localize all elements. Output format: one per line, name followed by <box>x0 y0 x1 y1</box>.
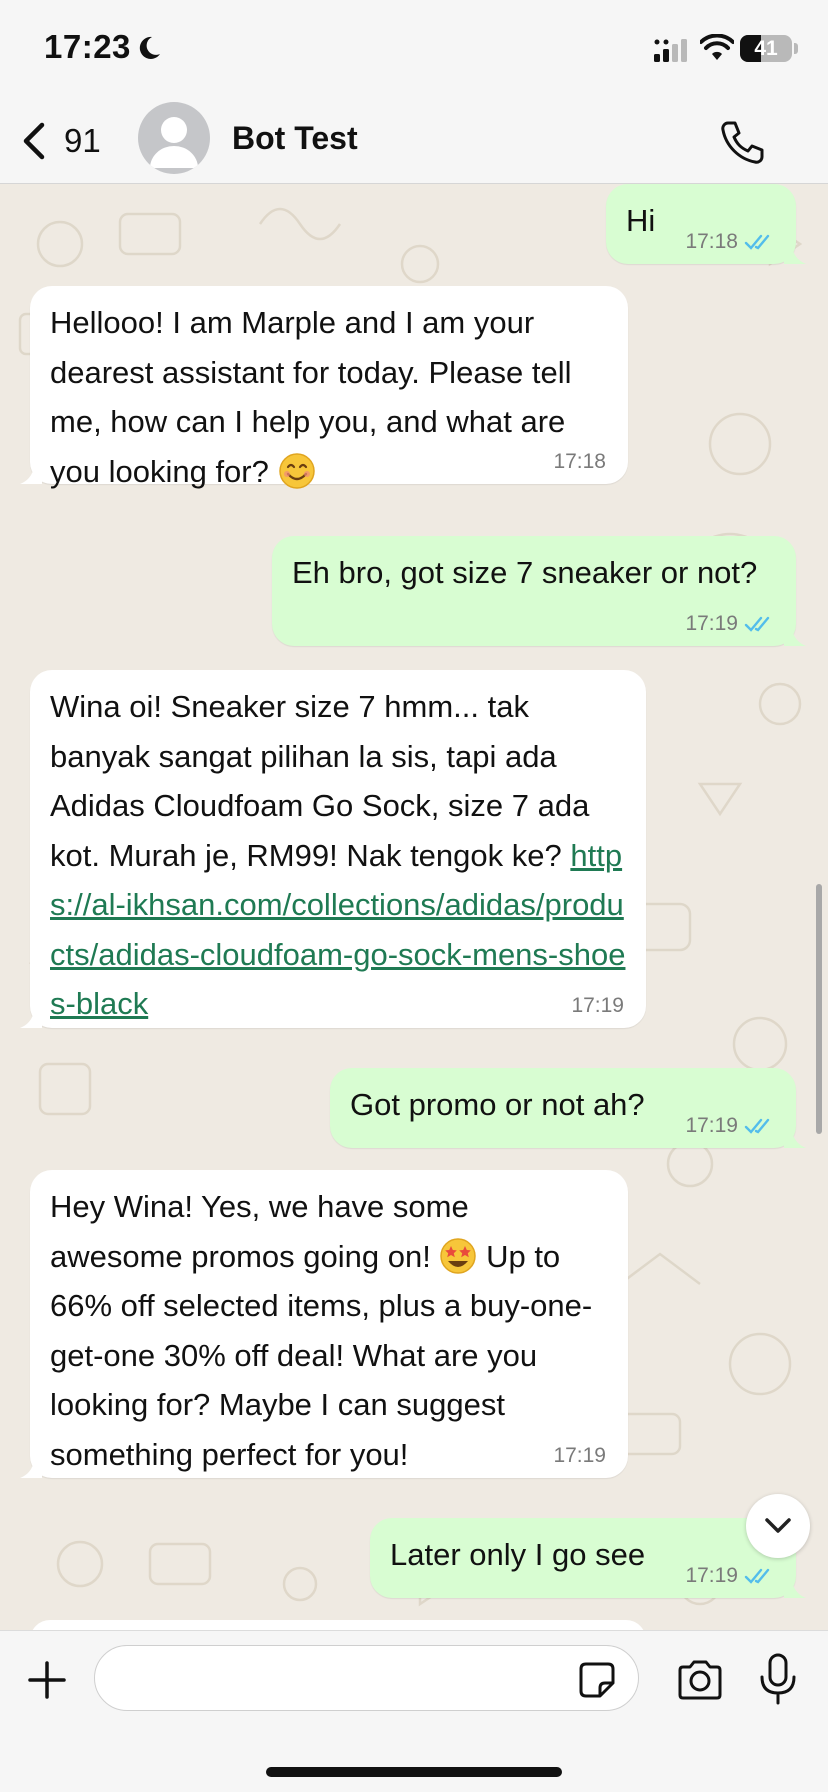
message-bubble-outgoing[interactable]: Eh bro, got size 7 sneaker or not? 17:19 <box>272 536 806 646</box>
contact-name[interactable]: Bot Test <box>232 120 358 157</box>
message-time: 17:18 <box>553 450 606 473</box>
bubble-tail <box>784 1128 806 1148</box>
moon-icon <box>139 36 160 59</box>
message-meta: 17:18 <box>685 230 774 254</box>
message-meta: 17:19 <box>685 612 774 636</box>
message-time: 17:19 <box>685 1114 738 1137</box>
message-time: 17:18 <box>685 230 738 253</box>
message-meta: 17:19 <box>685 1564 774 1588</box>
double-check-icon <box>744 1118 770 1134</box>
scrollbar[interactable] <box>816 884 822 1134</box>
message-bubble-incoming[interactable]: Wina oi! Sneaker size 7 hmm... tak banya… <box>20 670 646 1028</box>
wifi-icon <box>700 34 734 60</box>
message-meta: 17:19 <box>553 1444 606 1468</box>
battery-level: 41 <box>754 37 778 60</box>
bubble-tail <box>20 1008 42 1028</box>
phone-call-icon[interactable] <box>718 118 766 166</box>
microphone-icon[interactable] <box>758 1653 798 1705</box>
bubble-tail <box>784 626 806 646</box>
message-meta: 17:18 <box>553 450 606 474</box>
message-meta: 17:19 <box>685 1114 774 1138</box>
chat-header: 91 Bot Test <box>0 100 828 184</box>
input-bar <box>0 1630 828 1792</box>
chat-area[interactable]: Hi 17:18 Hellooo! I am Marple and I am y… <box>0 184 828 1630</box>
cellular-signal-icon <box>654 39 687 62</box>
message-bubble-incoming-partial <box>30 1620 646 1630</box>
message-time: 17:19 <box>685 1564 738 1587</box>
battery-icon: 41 <box>740 35 792 62</box>
bubble-tail <box>20 1458 42 1478</box>
back-button[interactable]: 91 <box>20 116 101 166</box>
avatar[interactable] <box>138 102 210 174</box>
double-check-icon <box>744 616 770 632</box>
message-text: Hi <box>626 203 656 238</box>
sticker-icon[interactable] <box>578 1661 616 1699</box>
bubble-tail <box>784 244 806 264</box>
message-text: Hey Wina! Yes, we have some awesome prom… <box>50 1189 469 1274</box>
bubble-tail <box>20 464 42 484</box>
message-bubble-outgoing[interactable]: Got promo or not ah? 17:19 <box>330 1068 806 1148</box>
message-text: Eh bro, got size 7 sneaker or not? <box>292 555 758 590</box>
message-bubble-incoming[interactable]: Hey Wina! Yes, we have some awesome prom… <box>20 1170 628 1478</box>
plus-icon[interactable] <box>26 1659 68 1701</box>
chevron-down-icon <box>765 1518 791 1533</box>
scroll-to-bottom-button[interactable] <box>746 1494 810 1558</box>
message-input[interactable] <box>94 1645 639 1711</box>
message-text: Later only I go see <box>390 1537 646 1572</box>
battery-tip <box>794 43 798 54</box>
avatar-placeholder-icon <box>150 117 198 168</box>
camera-icon[interactable] <box>676 1659 724 1701</box>
message-bubble-incoming[interactable]: Hellooo! I am Marple and I am your deare… <box>20 286 628 489</box>
smiling-face-emoji <box>278 452 315 489</box>
message-text: Wina oi! Sneaker size 7 hmm... tak banya… <box>50 689 590 873</box>
double-check-icon <box>744 234 770 250</box>
message-time: 17:19 <box>553 1444 606 1467</box>
unread-count: 91 <box>64 122 101 159</box>
back-chevron-icon <box>23 122 45 160</box>
message-bubble-outgoing[interactable]: Later only I go see 17:19 <box>370 1518 806 1598</box>
message-bubble-outgoing[interactable]: Hi 17:18 <box>606 184 806 264</box>
star-struck-emoji <box>440 1237 477 1274</box>
bubble-tail <box>784 1578 806 1598</box>
message-meta: 17:19 <box>571 994 624 1018</box>
status-bar: 17:23 41 <box>0 0 828 100</box>
message-text: Got promo or not ah? <box>350 1087 645 1122</box>
double-check-icon <box>744 1568 770 1584</box>
status-time: 17:23 <box>44 28 131 65</box>
message-time: 17:19 <box>685 612 738 635</box>
message-time: 17:19 <box>571 994 624 1017</box>
home-indicator[interactable] <box>266 1767 562 1777</box>
